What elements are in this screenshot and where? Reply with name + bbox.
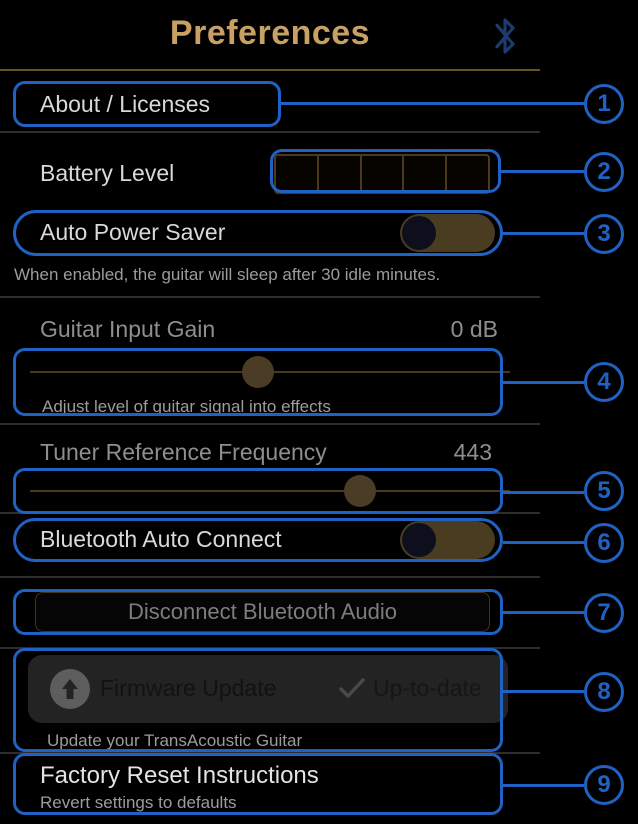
tuner-reference-frequency-value: 443 <box>453 439 492 465</box>
annotation-line-1 <box>281 102 584 105</box>
bluetooth-icon[interactable] <box>488 16 522 56</box>
bluetooth-auto-connect-toggle[interactable] <box>400 521 495 559</box>
annotation-marker-3: 3 <box>584 214 624 254</box>
guitar-input-gain-slider[interactable] <box>0 352 540 392</box>
firmware-update-label: Firmware Update <box>100 675 277 701</box>
annotation-marker-1: 1 <box>584 84 624 124</box>
page-title: Preferences <box>169 14 371 52</box>
slider-thumb[interactable] <box>344 475 376 507</box>
annotation-line-4 <box>503 381 584 384</box>
divider-7 <box>0 752 540 754</box>
annotation-line-5 <box>503 491 584 494</box>
annotation-line-8 <box>503 690 584 693</box>
divider-5 <box>0 576 540 578</box>
bluetooth-auto-connect-label: Bluetooth Auto Connect <box>40 526 282 552</box>
header-divider <box>0 69 540 71</box>
auto-power-saver-row[interactable]: Auto Power Saver <box>0 209 540 257</box>
slider-track <box>30 490 510 492</box>
annotation-line-2 <box>501 170 584 173</box>
bluetooth-auto-connect-row[interactable]: Bluetooth Auto Connect <box>0 516 540 564</box>
firmware-update-description: Update your TransAcoustic Guitar <box>47 731 303 750</box>
battery-segment <box>447 156 488 192</box>
annotation-line-7 <box>503 611 584 614</box>
divider-4 <box>0 512 540 514</box>
annotation-marker-9: 9 <box>584 765 624 805</box>
tuner-reference-frequency-label: Tuner Reference Frequency <box>40 439 327 465</box>
annotation-marker-4: 4 <box>584 362 624 402</box>
battery-segment <box>319 156 362 192</box>
battery-segment <box>404 156 448 192</box>
auto-power-saver-description: When enabled, the guitar will sleep afte… <box>14 265 441 284</box>
factory-reset-description: Revert settings to defaults <box>40 793 237 812</box>
battery-gauge <box>274 154 490 194</box>
toggle-knob <box>402 216 436 250</box>
battery-segment <box>362 156 405 192</box>
guitar-input-gain-label: Guitar Input Gain <box>40 316 216 342</box>
disconnect-bluetooth-audio-button[interactable]: Disconnect Bluetooth Audio <box>35 592 490 632</box>
divider-3 <box>0 423 540 425</box>
annotation-marker-5: 5 <box>584 471 624 511</box>
guitar-input-gain-value: 0 dB <box>450 316 498 342</box>
battery-level-label: Battery Level <box>40 160 175 186</box>
upload-arrow-icon <box>50 669 90 709</box>
about-licenses-label: About / Licenses <box>40 91 211 117</box>
annotation-line-6 <box>503 541 584 544</box>
firmware-update-status: Up-to-date <box>373 675 482 701</box>
factory-reset-instructions-label[interactable]: Factory Reset Instructions <box>40 762 319 790</box>
header: Preferences <box>0 0 540 71</box>
battery-segment <box>276 156 319 192</box>
divider-1 <box>0 131 540 133</box>
preferences-screen: Preferences About / Licenses Battery Lev… <box>0 0 540 824</box>
divider-2 <box>0 296 540 298</box>
annotation-marker-8: 8 <box>584 672 624 712</box>
guitar-input-gain-section: Guitar Input Gain 0 dB Adjust level of g… <box>0 312 540 420</box>
check-icon <box>339 678 365 698</box>
battery-level-row: Battery Level <box>0 146 540 200</box>
annotation-marker-6: 6 <box>584 523 624 563</box>
auto-power-saver-label: Auto Power Saver <box>40 219 226 245</box>
toggle-knob <box>402 523 436 557</box>
divider-6 <box>0 647 540 649</box>
annotation-marker-2: 2 <box>584 152 624 192</box>
annotation-line-9 <box>503 784 584 787</box>
tuner-reference-frequency-section: Tuner Reference Frequency 443 <box>0 437 540 515</box>
slider-thumb[interactable] <box>242 356 274 388</box>
tuner-reference-frequency-slider[interactable] <box>0 473 540 513</box>
firmware-update-card[interactable]: Firmware Update Up-to-date <box>28 655 508 723</box>
annotation-marker-7: 7 <box>584 593 624 633</box>
annotation-line-3 <box>503 232 584 235</box>
auto-power-saver-toggle[interactable] <box>400 214 495 252</box>
guitar-input-gain-description: Adjust level of guitar signal into effec… <box>42 397 331 416</box>
